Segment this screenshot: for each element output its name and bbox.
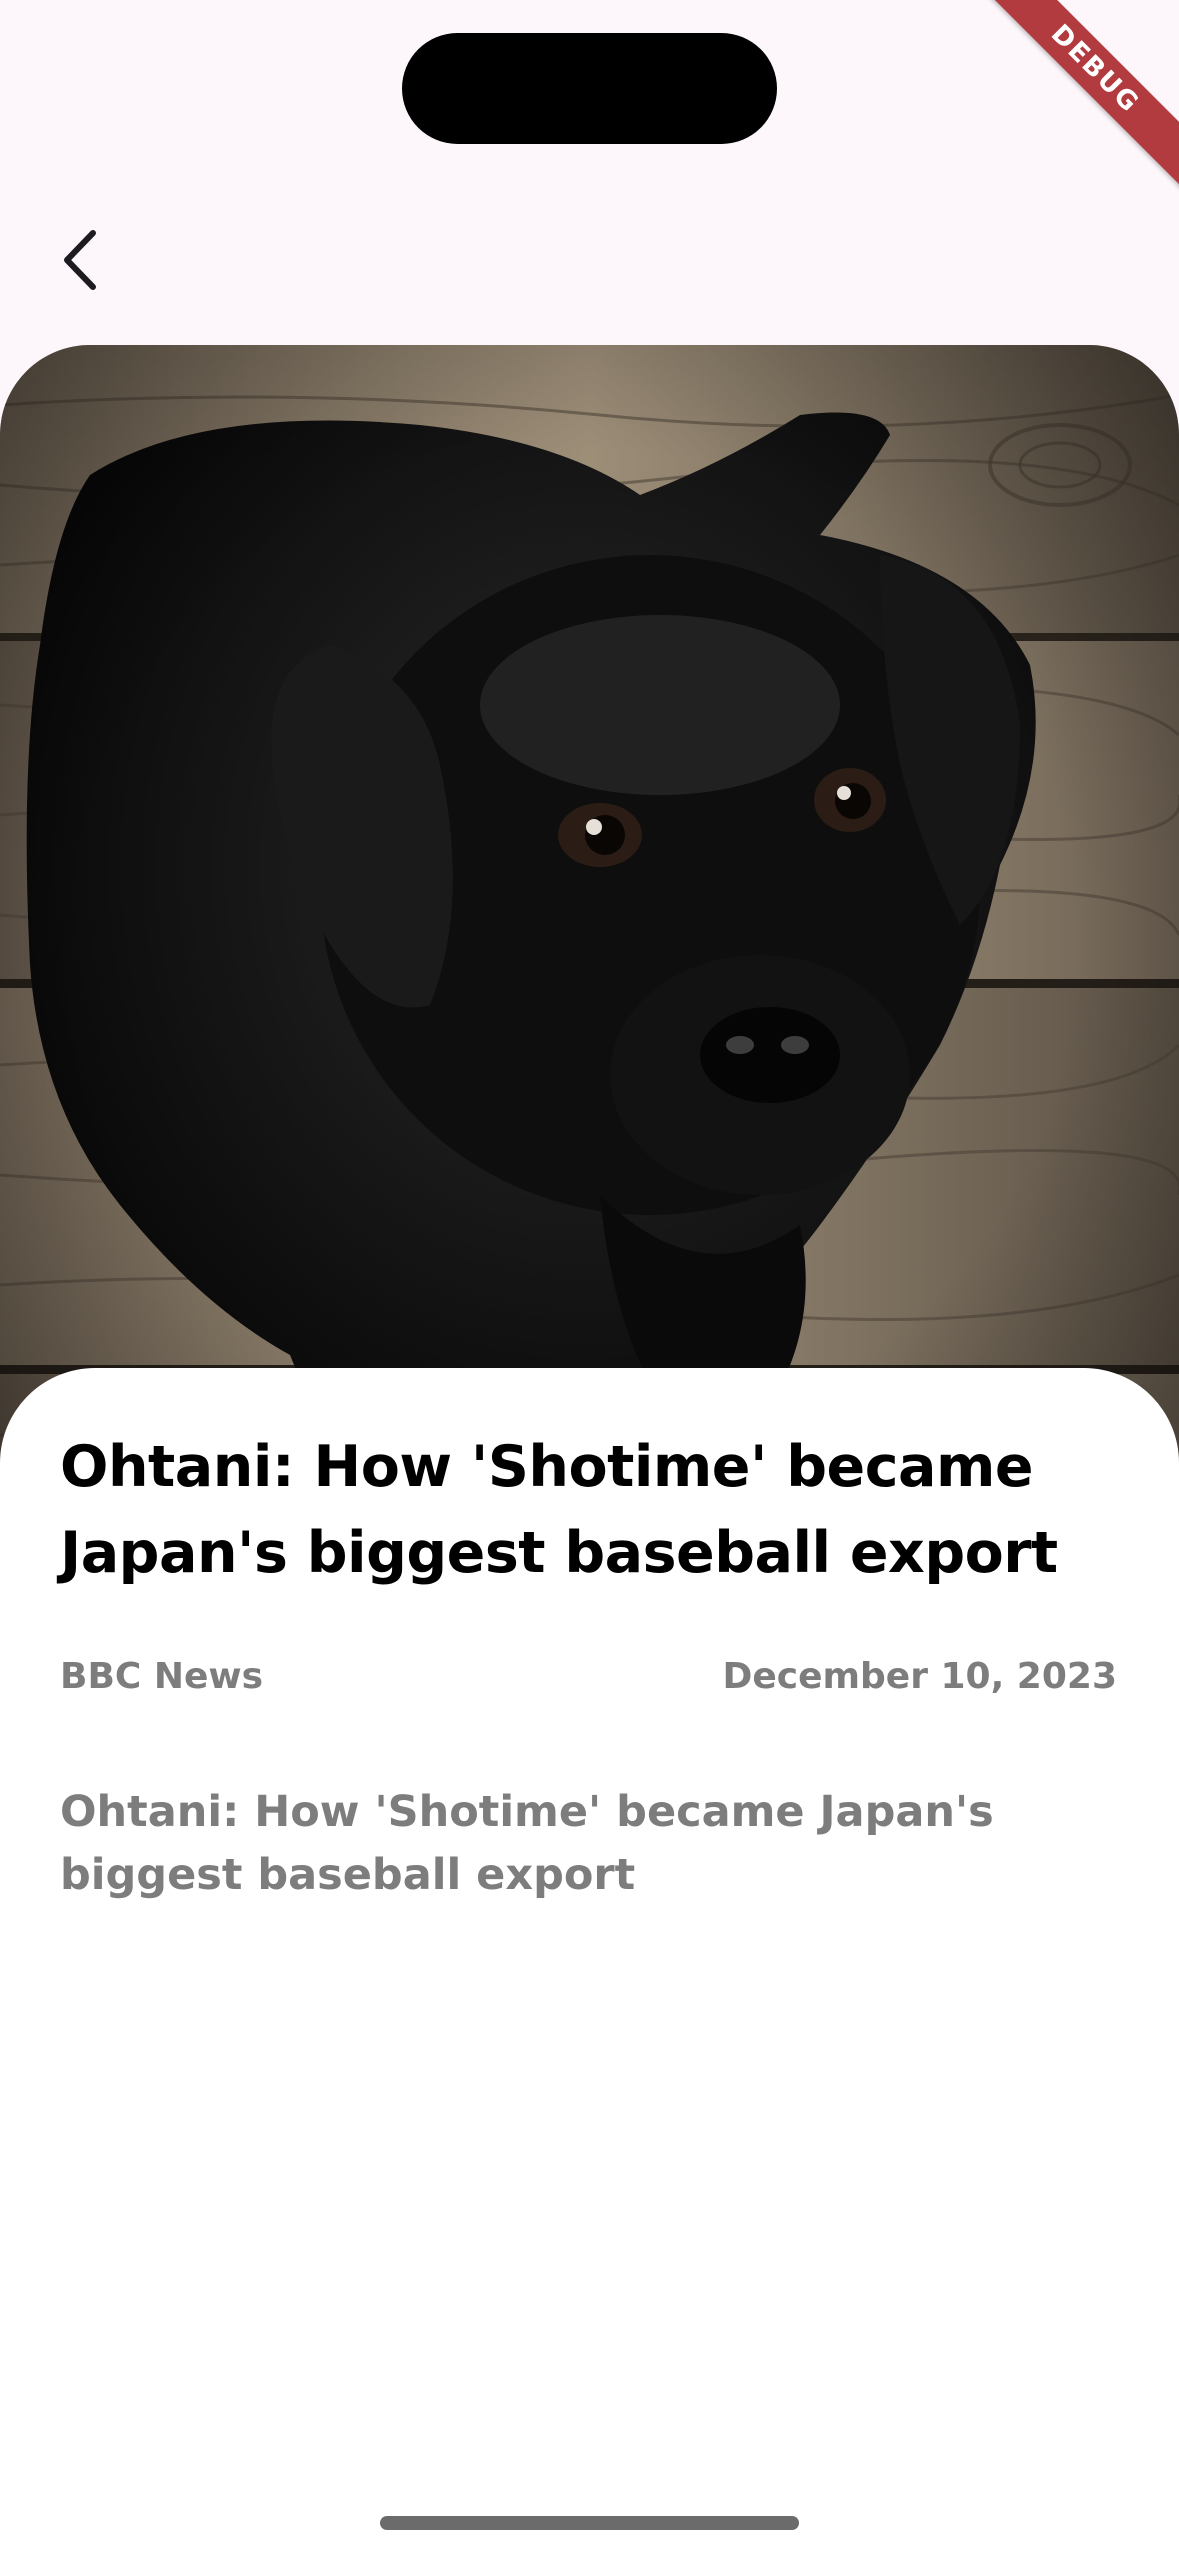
article-source: BBC News xyxy=(60,1656,264,1697)
article-detail-screen: 9:29 DEBUG Ohtani: How 'Shotime' became … xyxy=(0,0,1179,2556)
home-indicator[interactable] xyxy=(380,2516,799,2530)
wifi-icon xyxy=(951,67,995,97)
article-image xyxy=(0,345,1179,1545)
article-description: Ohtani: How 'Shotime' became Japan's big… xyxy=(60,1787,994,1900)
status-time: 9:29 xyxy=(172,62,272,108)
article-title: Ohtani: How 'Shotime' became Japan's big… xyxy=(60,1434,1058,1586)
article-meta: BBC News December 10, 2023 xyxy=(60,1656,1117,1697)
chevron-left-icon xyxy=(64,230,96,290)
puppy-photo xyxy=(0,345,1179,1545)
article-date: December 10, 2023 xyxy=(722,1656,1117,1697)
back-button[interactable] xyxy=(32,212,128,308)
dynamic-island xyxy=(402,33,777,144)
article-content-card: Ohtani: How 'Shotime' became Japan's big… xyxy=(0,1368,1179,2556)
status-indicators xyxy=(951,66,1079,100)
